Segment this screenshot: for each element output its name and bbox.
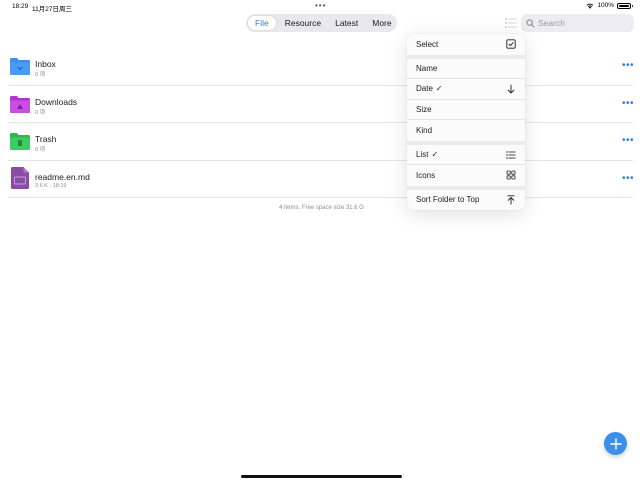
markdown-file-icon	[11, 166, 29, 189]
menu-item-label: Icons	[416, 170, 436, 180]
home-indicator[interactable]	[241, 475, 402, 478]
more-options-icon[interactable]: •••	[622, 98, 634, 108]
search-bar[interactable]	[521, 14, 634, 32]
file-meta: 0 项	[35, 72, 46, 78]
checkmark-icon: ✓	[431, 149, 439, 159]
file-row-trash[interactable]: Trash 0 项 •••	[0, 123, 643, 161]
grid-icon	[506, 170, 516, 180]
file-row-downloads[interactable]: Downloads 0 项 •••	[0, 86, 643, 123]
battery-icon	[617, 2, 633, 9]
file-name: readme.en.md	[35, 171, 90, 182]
top-tabs: File Resource Latest More	[246, 14, 397, 32]
wifi-icon	[586, 3, 594, 9]
menu-item-label: Date	[416, 84, 433, 94]
plus-icon	[609, 437, 622, 450]
tab-more[interactable]: More	[367, 16, 396, 30]
status-right: 100%	[586, 2, 633, 9]
file-name: Trash	[35, 134, 57, 144]
folder-downloads-icon	[10, 95, 30, 113]
menu-item-select[interactable]: Select	[407, 34, 525, 55]
menu-item-sort-date[interactable]: Date ✓	[407, 79, 525, 100]
tab-resource[interactable]: Resource	[280, 16, 326, 30]
view-options-menu: Select Name Date ✓ Size Kind List ✓ Icon…	[407, 34, 525, 210]
file-meta: 0 项	[35, 109, 46, 116]
menu-item-label: Kind	[416, 125, 433, 135]
menu-item-label: Sort Folder to Top	[416, 195, 480, 205]
menu-item-view-list[interactable]: List ✓	[407, 144, 525, 165]
list-icon	[506, 150, 516, 159]
folder-inbox-icon	[10, 58, 30, 75]
arrow-down-icon	[507, 84, 515, 94]
status-time: 18:29	[12, 3, 29, 10]
menu-item-sort-folder-top[interactable]: Sort Folder to Top	[407, 189, 525, 210]
multitasking-dots-icon[interactable]: •••	[315, 1, 326, 10]
checkmark-icon: ✓	[435, 84, 443, 94]
tab-file[interactable]: File	[248, 16, 276, 30]
file-name: Inbox	[35, 59, 56, 69]
menu-item-sort-name[interactable]: Name	[407, 58, 525, 79]
file-name: Downloads	[35, 96, 78, 107]
menu-item-label: List	[416, 149, 429, 159]
menu-item-label: Name	[416, 63, 438, 73]
row-divider	[8, 197, 633, 198]
more-options-icon[interactable]: •••	[622, 61, 634, 71]
status-date: 11月27日周三	[32, 6, 72, 13]
menu-item-label: Size	[416, 104, 432, 114]
more-options-icon[interactable]: •••	[622, 136, 634, 146]
file-meta: 3.6 K · 18:19	[35, 182, 67, 189]
add-button[interactable]	[604, 432, 627, 455]
file-row-inbox[interactable]: Inbox 0 项 •••	[0, 48, 643, 86]
status-bar: 18:29 11月27日周三 ••• 100%	[0, 0, 643, 13]
menu-item-label: Select	[416, 39, 439, 49]
menu-item-view-icons[interactable]: Icons	[407, 165, 525, 186]
arrow-to-top-icon	[507, 194, 515, 204]
storage-info: 4 items, Free space size 31.6 G	[279, 205, 364, 211]
tab-latest[interactable]: Latest	[330, 16, 363, 30]
file-row-readme[interactable]: readme.en.md 3.6 K · 18:19 •••	[0, 161, 643, 198]
folder-trash-icon	[10, 133, 30, 150]
file-meta: 0 项	[35, 147, 46, 153]
search-input[interactable]	[538, 18, 633, 28]
list-view-icon[interactable]	[505, 17, 517, 29]
more-options-icon[interactable]: •••	[622, 173, 634, 183]
battery-percent: 100%	[597, 2, 614, 9]
search-icon	[526, 18, 535, 28]
file-list: Inbox 0 项 ••• Downloads 0 项 ••• Trash 0 …	[0, 48, 643, 198]
menu-item-sort-size[interactable]: Size	[407, 99, 525, 120]
checkbox-icon	[506, 39, 516, 49]
menu-item-sort-kind[interactable]: Kind	[407, 120, 525, 141]
